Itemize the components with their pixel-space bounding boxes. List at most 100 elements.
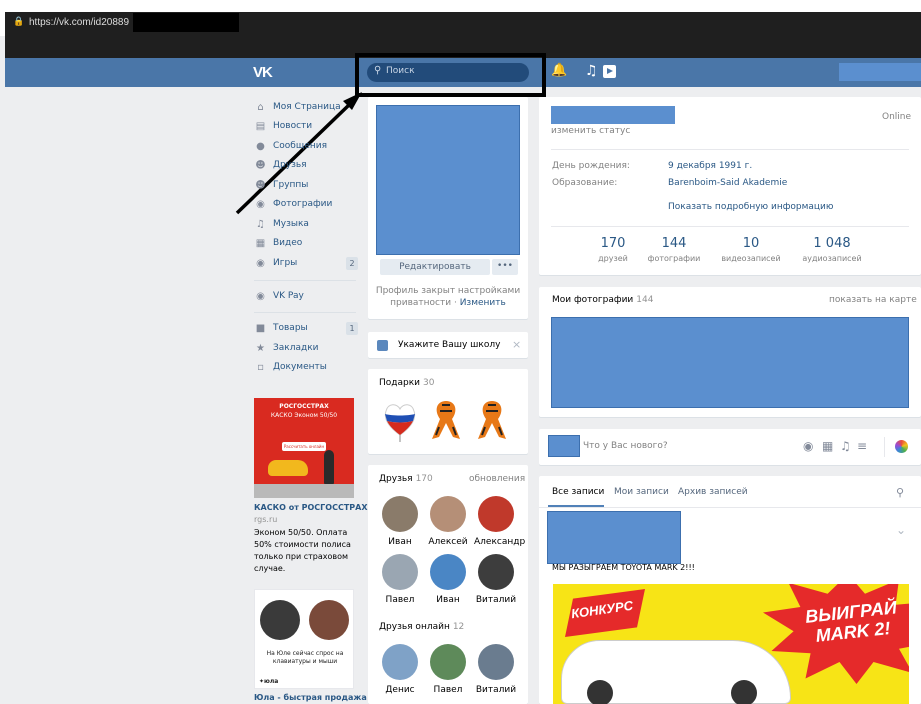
video-icon[interactable]: ▦ — [822, 439, 833, 453]
tab-all-posts[interactable]: Все записи — [552, 487, 604, 497]
friend-item[interactable]: Виталий — [474, 554, 518, 605]
url-text[interactable]: https://vk.com/id20889 — [29, 17, 129, 28]
video-icon: ▦ — [255, 237, 266, 249]
ad-image-line: КАСКО Эконом 50/50 — [270, 412, 338, 419]
divider — [551, 149, 909, 150]
goods-badge: 1 — [346, 322, 358, 335]
nav-friends[interactable]: ☻ Друзья — [254, 157, 358, 173]
music-icon: ♫ — [256, 218, 265, 230]
nav-news[interactable]: ▤ Новости — [254, 118, 358, 134]
show-on-map-link[interactable]: показать на карте — [829, 295, 917, 305]
education-label: Образование: — [552, 178, 618, 188]
music-note-icon[interactable]: ♫ — [840, 439, 851, 453]
show-more-info-link[interactable]: Показать подробную информацию — [668, 202, 833, 212]
nav-games[interactable]: ◉ Игры 2 — [254, 255, 358, 271]
nav-my-page[interactable]: ⌂ Моя Страница — [254, 99, 358, 115]
nav-goods[interactable]: ■ Товары 1 — [254, 320, 358, 336]
change-status-link[interactable]: изменить статус — [551, 126, 630, 136]
camera-icon: ◉ — [256, 198, 265, 210]
privacy-change-link[interactable]: Изменить — [460, 298, 506, 308]
heart-gift-icon[interactable] — [382, 397, 418, 443]
school-prompt-text[interactable]: Укажите Вашу школу — [398, 340, 500, 350]
online-friend-item[interactable]: Денис — [378, 644, 422, 695]
friend-item[interactable]: Алексей — [426, 496, 470, 547]
text-format-icon[interactable]: ≡ — [857, 439, 867, 453]
car-wheel — [731, 680, 757, 704]
friend-item[interactable]: Иван — [426, 554, 470, 605]
education-value[interactable]: Barenboim-Said Akademie — [668, 178, 787, 188]
news-icon: ▤ — [255, 120, 266, 132]
nav-video[interactable]: ▦ Видео — [254, 235, 358, 251]
vkpay-icon: ◉ — [256, 290, 265, 302]
st-george-ribbon-icon[interactable] — [474, 397, 510, 443]
ad-calc-button[interactable]: Рассчитать онлайн — [282, 442, 326, 451]
birthday-label: День рождения: — [552, 161, 630, 171]
nav-messages[interactable]: ● Сообщения — [254, 138, 358, 154]
ad-title[interactable]: Юла - быстрая продажа — [254, 693, 367, 702]
profile-menu-redacted[interactable] — [839, 63, 921, 81]
profile-photo-redacted[interactable] — [376, 105, 520, 255]
nav-photos[interactable]: ◉ Фотографии — [254, 196, 358, 212]
camera-icon[interactable]: ◉ — [803, 439, 813, 453]
car-wheel — [587, 680, 613, 704]
stat-videos[interactable]: 10 видеозаписей — [714, 236, 788, 263]
profile-info-card: изменить статус Online День рождения: 9 … — [539, 97, 921, 275]
avatar — [382, 644, 418, 680]
nav-music[interactable]: ♫ Музыка — [254, 216, 358, 232]
photos-strip-redacted[interactable] — [551, 317, 909, 408]
avatar — [430, 496, 466, 532]
tab-archive[interactable]: Архив записей — [678, 487, 748, 497]
ad-title[interactable]: КАСКО от РОСГОССТРАХ — [254, 503, 368, 512]
friend-item[interactable]: Павел — [378, 554, 422, 605]
url-redaction — [133, 13, 239, 32]
new-post-input[interactable]: Что у Вас нового? — [583, 441, 668, 451]
st-george-ribbon-icon[interactable] — [428, 397, 464, 443]
stat-audio[interactable]: 1 048 аудиозаписей — [795, 236, 869, 263]
ad-brand: РОСГОССТРАХ — [279, 403, 329, 410]
nav-bookmarks[interactable]: ★ Закладки — [254, 340, 358, 356]
post-image[interactable]: КОНКУРС ВЫИГРАЙ MARK 2! — [553, 584, 909, 704]
nav-vk-pay[interactable]: ◉ VK Pay — [254, 288, 358, 304]
ad-rosgosstrakh-image[interactable]: РОСГОССТРАХ КАСКО Эконом 50/50 Рассчитат… — [254, 398, 354, 498]
ad-yula-image[interactable]: На Юле сейчас спрос на клавиатуры и мыши… — [254, 589, 354, 689]
edit-profile-button[interactable]: Редактировать — [380, 259, 490, 275]
post-text: МЫ РАЗЫГРАЕМ TOYOTA MARK 2!!! — [552, 563, 695, 572]
profile-name-redacted — [551, 106, 675, 124]
avatar — [478, 554, 514, 590]
document-icon: ▫ — [257, 361, 264, 373]
avatar — [430, 644, 466, 680]
address-bar[interactable]: 🔒 https://vk.com/id20889 — [5, 12, 921, 34]
play-icon[interactable] — [603, 65, 616, 78]
privacy-notice: Профиль закрыт настройками приватности ·… — [375, 286, 521, 308]
close-icon[interactable]: × — [512, 338, 521, 351]
keyboard-photo — [309, 600, 349, 640]
online-friend-item[interactable]: Павел — [426, 644, 470, 695]
birthday-value[interactable]: 9 декабря 1991 г. — [668, 161, 752, 171]
divider — [884, 437, 885, 457]
friends-updates-link[interactable]: обновления — [469, 474, 525, 484]
school-icon — [377, 340, 388, 351]
mood-color-icon[interactable] — [895, 440, 908, 453]
friend-item[interactable]: Александр — [474, 496, 525, 547]
groups-icon: ☻ — [255, 179, 266, 191]
music-note-icon[interactable]: ♫ — [585, 63, 598, 79]
vk-logo[interactable]: VK — [253, 64, 273, 81]
nav-groups[interactable]: ☻ Группы — [254, 177, 358, 193]
nav-documents[interactable]: ▫ Документы — [254, 359, 358, 375]
school-prompt-card[interactable]: Укажите Вашу школу × — [368, 332, 528, 358]
chevron-down-icon[interactable]: ⌄ — [896, 523, 906, 537]
tab-my-posts[interactable]: Мои записи — [614, 487, 669, 497]
avatar — [478, 644, 514, 680]
more-actions-button[interactable]: ••• — [492, 259, 518, 275]
stat-photos[interactable]: 144 фотографии — [637, 236, 711, 263]
bell-icon[interactable]: 🔔 — [551, 63, 567, 78]
gifts-header[interactable]: Подарки 30 — [379, 378, 434, 388]
search-icon[interactable]: ⚲ — [896, 486, 904, 499]
friends-online-header[interactable]: Друзья онлайн 12 — [379, 622, 464, 632]
friend-item[interactable]: Иван — [378, 496, 422, 547]
my-photos-header[interactable]: Мои фотографии 144 — [552, 295, 653, 305]
friends-header[interactable]: Друзья 170 — [379, 474, 433, 484]
online-friend-item[interactable]: Виталий — [474, 644, 518, 695]
yula-logo: ✦юла — [259, 678, 279, 685]
home-icon: ⌂ — [257, 101, 264, 113]
